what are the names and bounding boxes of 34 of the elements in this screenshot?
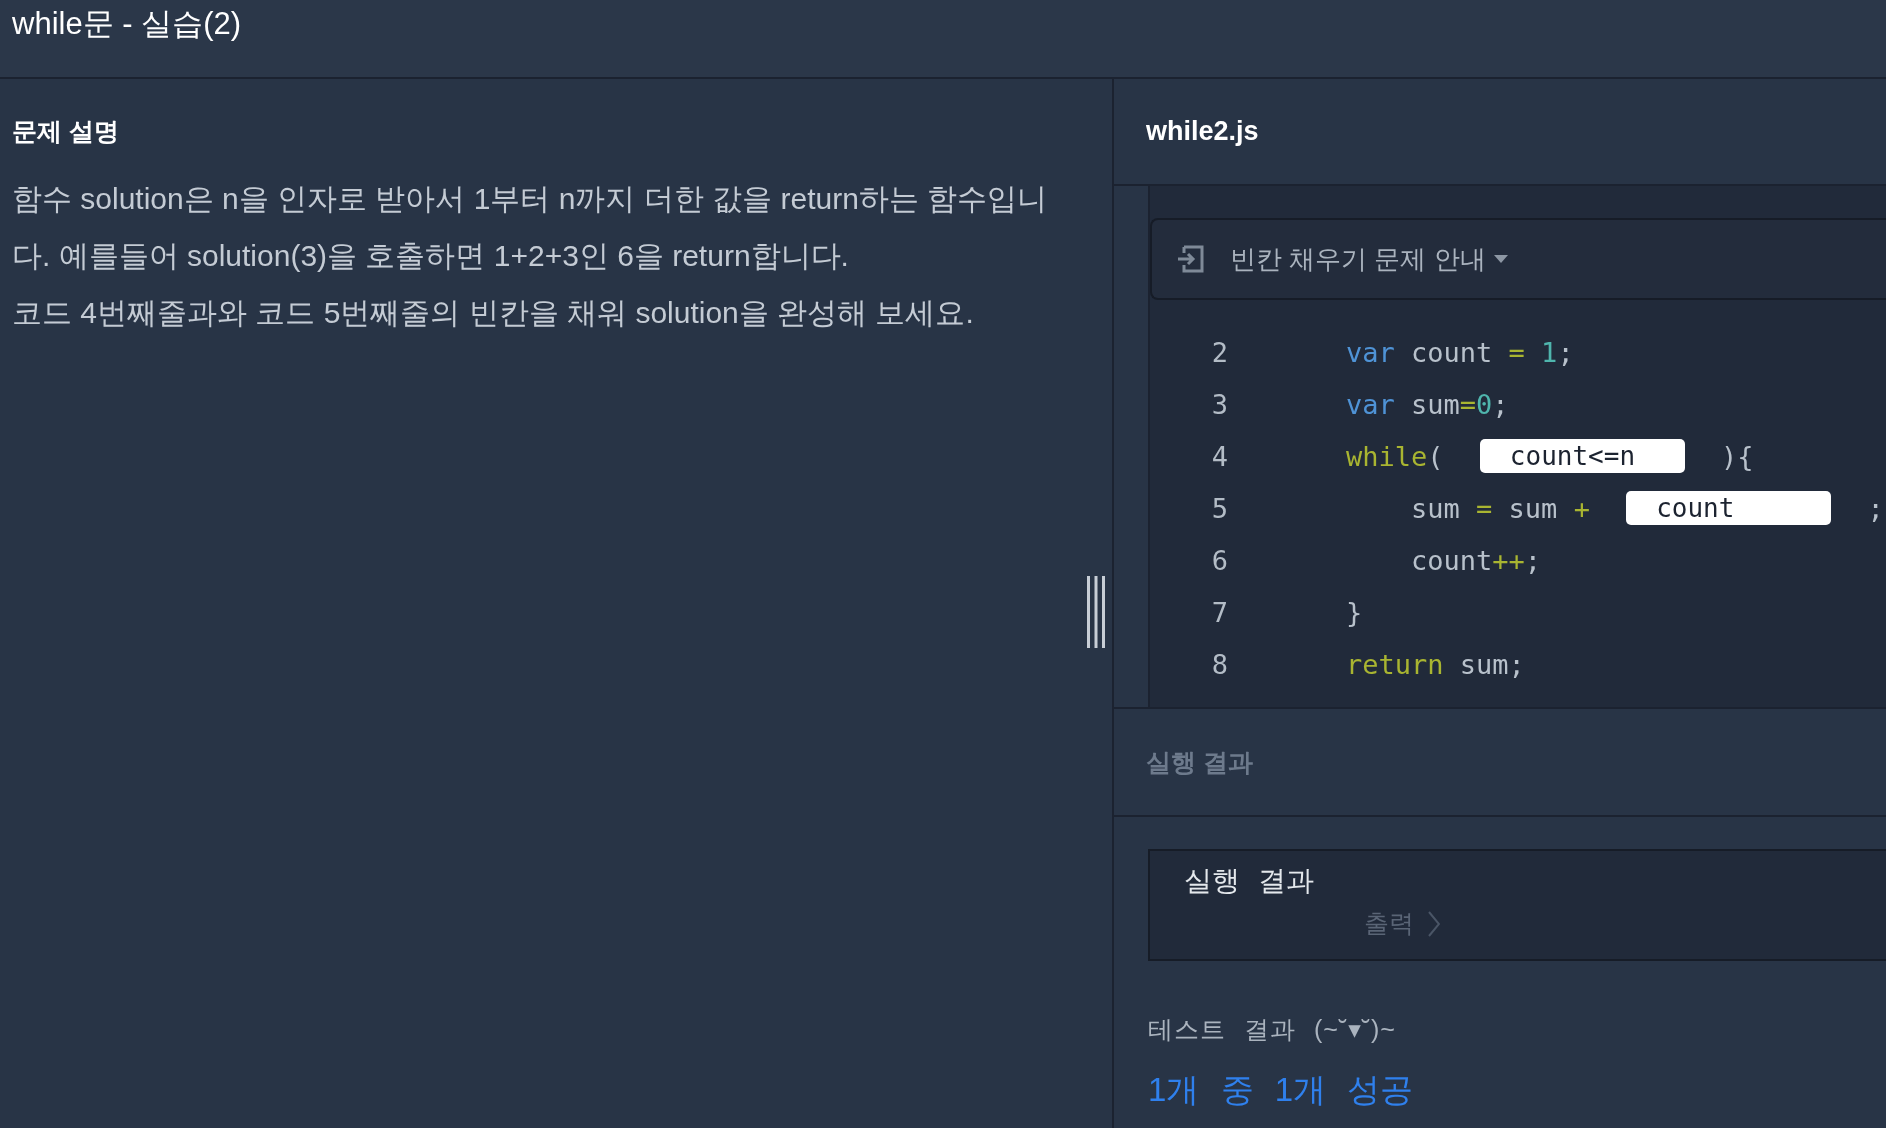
page-title: while문 - 실습(2): [12, 5, 243, 43]
input-field[interactable]: count<=n: [1479, 439, 1685, 473]
code-text: return sum;: [1345, 648, 1525, 680]
code-text: ){: [1720, 440, 1754, 472]
file-tab[interactable]: while2.js: [1146, 116, 1259, 147]
code-text: sum = sum +: [1410, 492, 1591, 524]
code-text: ;: [1866, 492, 1884, 524]
input-field[interactable]: count: [1626, 491, 1832, 525]
test-summary: 1개 중 1개 성공: [1148, 1070, 1415, 1110]
code-text: }: [1345, 596, 1363, 628]
line-number: 3: [1210, 388, 1228, 420]
line-number: 8: [1210, 648, 1228, 680]
output-label: 출력: [1364, 908, 1414, 939]
console-title: 실행 결과: [1184, 864, 1315, 898]
guide-label: 빈칸 채우기 문제 안내: [1230, 242, 1486, 276]
chevron-icon: [1428, 910, 1440, 937]
line-number: 4: [1210, 440, 1228, 472]
line-number: 2: [1210, 336, 1228, 368]
description-text: 함수 solution은 n을 인자로 받아서 1부터 n까지 더한 값을 return하는 함수입니다. 예를들어 solution(3)을 호출하면 1+2+3인 6을 return합니다.: [12, 181, 1049, 274]
line-number: 7: [1210, 596, 1228, 628]
caret-icon: [1493, 255, 1508, 263]
test-result-label: 테스트 결과 (~˘▾˘)~: [1148, 1014, 1397, 1045]
code-text: while(: [1345, 440, 1445, 472]
guide-bar[interactable]: 빈칸 채우기 문제 안내: [1150, 218, 1886, 300]
code-text: count++;: [1410, 544, 1542, 576]
section-heading: 문제 설명: [12, 116, 120, 147]
description-text: 코드 4번째줄과와 코드 5번째줄의 빈칸을 채워 solution을 완성해 보세요.: [12, 295, 975, 331]
code-text: var sum=0;: [1345, 388, 1509, 420]
enter-icon: [1176, 244, 1206, 274]
drag-handle-icon[interactable]: [1086, 576, 1106, 648]
section-heading: 실행 결과: [1146, 746, 1253, 778]
code-text: var count = 1;: [1345, 336, 1574, 368]
line-number: 5: [1210, 492, 1228, 524]
line-number: 6: [1210, 544, 1228, 576]
